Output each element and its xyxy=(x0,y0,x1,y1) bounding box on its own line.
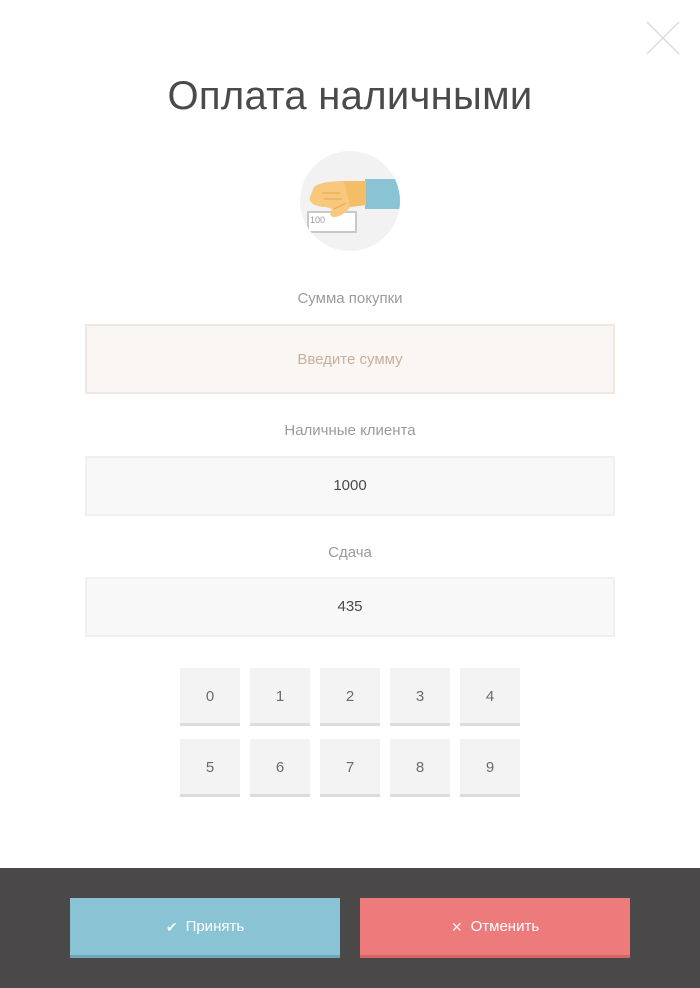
dialog-footer: ✔ Принять ✕ Отменить xyxy=(0,868,700,988)
keypad-key-8[interactable]: 8 xyxy=(390,739,450,797)
dialog-title: Оплата наличными xyxy=(167,74,533,118)
keypad-key-4[interactable]: 4 xyxy=(460,668,520,726)
keypad-key-6[interactable]: 6 xyxy=(250,739,310,797)
banknote-label: 100 xyxy=(310,215,326,225)
cash-payment-dialog: Оплата наличными 100 Сумма покупки Введи… xyxy=(0,0,700,988)
cross-icon: ✕ xyxy=(450,918,463,935)
keypad-key-3[interactable]: 3 xyxy=(390,668,450,726)
change-field: 435 xyxy=(85,577,615,637)
cancel-button-label: Отменить xyxy=(470,918,540,935)
keypad-key-5[interactable]: 5 xyxy=(180,739,240,797)
accept-button-label: Принять xyxy=(185,918,245,935)
client-cash-label: Наличные клиента xyxy=(284,422,416,439)
keypad-key-1[interactable]: 1 xyxy=(250,668,310,726)
keypad-key-7[interactable]: 7 xyxy=(320,739,380,797)
purchase-amount-label: Сумма покупки xyxy=(297,290,403,307)
change-label: Сдача xyxy=(328,544,372,561)
keypad-key-0[interactable]: 0 xyxy=(180,668,240,726)
client-cash-field[interactable]: 1000 xyxy=(85,456,615,516)
accept-button[interactable]: ✔ Принять xyxy=(70,898,340,958)
keypad-key-2[interactable]: 2 xyxy=(320,668,380,726)
close-icon xyxy=(646,21,680,55)
purchase-amount-input[interactable] xyxy=(85,324,615,394)
checkmark-icon: ✔ xyxy=(165,918,178,935)
cancel-button[interactable]: ✕ Отменить xyxy=(360,898,630,958)
hand-with-banknote-icon: 100 xyxy=(300,151,400,251)
keypad-key-9[interactable]: 9 xyxy=(460,739,520,797)
close-button[interactable] xyxy=(643,18,683,58)
